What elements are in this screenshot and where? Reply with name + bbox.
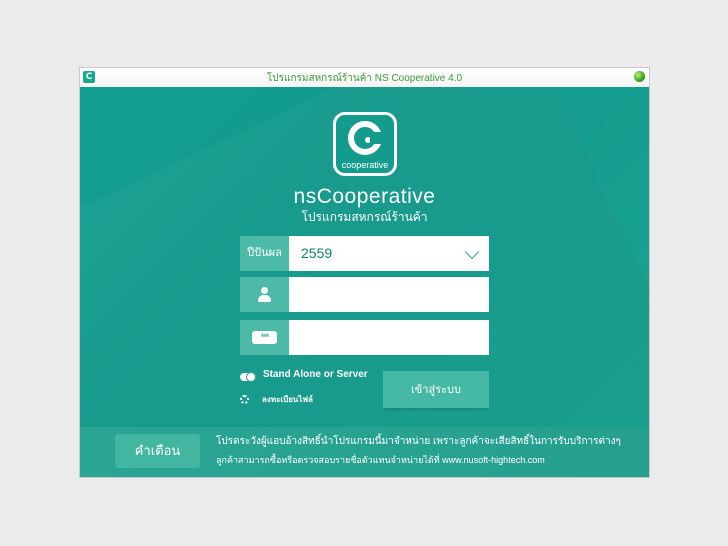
app-name: nsCooperative	[293, 185, 436, 208]
app-window: C โปรแกรมสหกรณ์ร้านค้า NS Cooperative 4.…	[79, 67, 650, 478]
username-row	[240, 277, 489, 312]
year-label: ปีปันผล	[240, 236, 289, 271]
password-label: ***	[240, 320, 289, 355]
chevron-down-icon[interactable]	[464, 244, 480, 260]
gear-icon[interactable]	[240, 395, 249, 404]
username-input[interactable]	[289, 277, 489, 312]
app-logo: cooperative	[333, 112, 397, 176]
year-value: 2559	[301, 245, 333, 261]
footer: คำเตือน โปรดระวังผู้แอบอ้างสิทธิ์นำโปรแก…	[80, 427, 649, 477]
app-subtitle: โปรแกรมสหกรณ์ร้านค้า	[301, 210, 428, 224]
password-input[interactable]	[289, 320, 489, 355]
warning-text-line2: ลูกค้าสามารถซื้อหรือตรวจสอบรายชื่อตัวแทน…	[216, 455, 545, 465]
year-select[interactable]: 2559	[289, 236, 489, 271]
logo-c-icon	[348, 121, 384, 155]
password-icon: ***	[252, 331, 277, 344]
user-icon	[257, 287, 272, 302]
year-row: ปีปันผล 2559	[240, 236, 489, 271]
logo-dot	[365, 137, 371, 143]
window-title: โปรแกรมสหกรณ์ร้านค้า NS Cooperative 4.0	[266, 73, 463, 84]
status-light-icon	[634, 71, 645, 82]
login-panel: cooperative nsCooperative โปรแกรมสหกรณ์ร…	[80, 87, 649, 477]
title-bar[interactable]: C โปรแกรมสหกรณ์ร้านค้า NS Cooperative 4.…	[80, 68, 649, 87]
password-row: ***	[240, 320, 489, 355]
warning-text-line1: โปรดระวังผู้แอบอ้างสิทธิ์นำโปรแกรมนี้มาจ…	[216, 436, 621, 447]
logo-text: cooperative	[341, 160, 389, 170]
warning-button[interactable]: คำเตือน	[115, 434, 200, 468]
username-label	[240, 277, 289, 312]
login-button[interactable]: เข้าสู่ระบบ	[383, 371, 489, 408]
mode-toggle-label[interactable]: Stand Alone or Server	[263, 369, 368, 380]
register-file-link[interactable]: ลงทะเบียนไฟล์	[262, 393, 313, 406]
mode-toggle[interactable]	[240, 372, 256, 382]
